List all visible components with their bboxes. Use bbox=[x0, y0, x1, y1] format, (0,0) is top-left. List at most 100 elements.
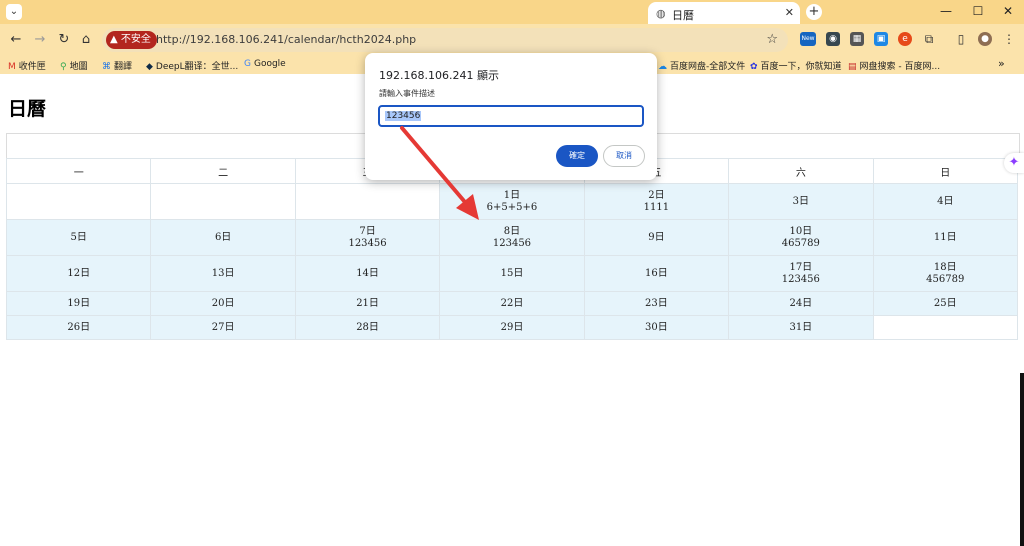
calendar-day-cell[interactable]: 4日 bbox=[872, 183, 1019, 220]
calendar-day-cell[interactable]: 24日 bbox=[728, 291, 874, 316]
calendar-day-cell[interactable]: 16日 bbox=[583, 255, 730, 292]
weekday-header: 六 bbox=[728, 158, 874, 184]
profile-avatar[interactable]: ● bbox=[978, 32, 992, 46]
dialog-message: 請輸入事件描述 bbox=[379, 89, 435, 98]
title-bar: ⌄ ◍ 日曆 ✕ + — ☐ ✕ bbox=[0, 0, 1024, 24]
tab-search-icon[interactable]: ⌄ bbox=[6, 4, 22, 20]
extension-new-badge[interactable]: New bbox=[800, 32, 816, 46]
day-number: 2日 bbox=[648, 189, 665, 201]
ok-button[interactable]: 確定 bbox=[556, 145, 598, 167]
minimize-icon[interactable]: — bbox=[936, 4, 956, 18]
bookmark-item[interactable]: ☁ 百度网盘-全部文件 bbox=[658, 59, 745, 72]
empty-cell bbox=[294, 183, 441, 220]
event-description-input[interactable]: 123456 bbox=[378, 105, 644, 127]
day-number: 10日 bbox=[789, 225, 813, 237]
calendar-week-row: 1日 6+5+5+6 2日 1111 3日 4日 bbox=[5, 183, 1019, 220]
url-text[interactable]: http://192.168.106.241/calendar/hcth2024… bbox=[156, 33, 416, 46]
day-number: 4日 bbox=[937, 195, 954, 207]
bookmark-item[interactable]: ⚲ 地圖 bbox=[60, 59, 88, 72]
calendar-day-cell[interactable]: 28日 bbox=[294, 315, 441, 340]
calendar-week-row: 12日 13日 14日 15日 16日 17日 123456 18日 456789 bbox=[5, 255, 1019, 292]
dialog-title: 192.168.106.241 顯示 bbox=[379, 69, 499, 82]
calendar-day-cell[interactable]: 19日 bbox=[5, 291, 152, 316]
day-event: 456789 bbox=[926, 273, 965, 285]
forward-icon[interactable]: → bbox=[32, 32, 48, 47]
day-number: 25日 bbox=[933, 297, 957, 309]
calendar-day-cell[interactable]: 12日 bbox=[5, 255, 152, 292]
calendar-day-cell[interactable]: 6日 bbox=[150, 219, 296, 256]
calendar-day-cell[interactable]: 7日 123456 bbox=[294, 219, 441, 256]
not-secure-badge[interactable]: ▲ 不安全 bbox=[106, 31, 157, 49]
calendar-day-cell[interactable]: 14日 bbox=[294, 255, 441, 292]
bookmarks-overflow-icon[interactable]: » bbox=[998, 57, 1005, 70]
address-bar[interactable]: ▲ 不安全 http://192.168.106.241/calendar/hc… bbox=[102, 28, 788, 52]
day-number: 9日 bbox=[648, 231, 665, 243]
new-tab-button[interactable]: + bbox=[806, 4, 822, 20]
weekday-header: 日 bbox=[872, 158, 1019, 184]
day-event: 1111 bbox=[643, 201, 670, 213]
calendar-day-cell[interactable]: 23日 bbox=[583, 291, 730, 316]
calendar-day-cell[interactable]: 2日 1111 bbox=[583, 183, 730, 220]
calendar-day-cell[interactable]: 21日 bbox=[294, 291, 441, 316]
day-number: 14日 bbox=[356, 267, 379, 279]
calendar-day-cell[interactable]: 30日 bbox=[583, 315, 730, 340]
google-icon: G bbox=[244, 59, 251, 69]
day-number: 5日 bbox=[70, 231, 87, 243]
day-number: 28日 bbox=[356, 321, 379, 333]
calendar-day-cell[interactable]: 29日 bbox=[439, 315, 585, 340]
calendar-day-cell[interactable]: 31日 bbox=[728, 315, 874, 340]
day-number: 8日 bbox=[503, 225, 521, 237]
calendar-day-cell[interactable]: 13日 bbox=[150, 255, 296, 292]
calendar-day-cell[interactable]: 25日 bbox=[872, 291, 1019, 316]
calendar-day-cell[interactable]: 26日 bbox=[5, 315, 152, 340]
bookmark-item[interactable]: ◆ DeepL翻译：全世... bbox=[146, 59, 238, 72]
tab-calendar[interactable]: ◍ 日曆 ✕ bbox=[648, 2, 800, 24]
calendar-day-cell[interactable]: 5日 bbox=[5, 219, 152, 256]
day-event: 6+5+5+6 bbox=[486, 201, 538, 213]
back-icon[interactable]: ← bbox=[8, 32, 24, 47]
bookmark-item[interactable]: M 收件匣 bbox=[8, 59, 46, 72]
day-number: 13日 bbox=[211, 267, 235, 279]
calendar-day-cell[interactable]: 10日 465789 bbox=[728, 219, 874, 256]
calendar-day-cell[interactable]: 15日 bbox=[439, 255, 585, 292]
empty-cell bbox=[150, 183, 296, 220]
calendar-day-cell[interactable]: 1日 6+5+5+6 bbox=[439, 183, 585, 220]
tab-title: 日曆 bbox=[672, 9, 694, 22]
day-number: 21日 bbox=[356, 297, 379, 309]
bookmark-star-icon[interactable]: ☆ bbox=[766, 32, 778, 47]
bookmark-item[interactable]: G Google bbox=[244, 59, 286, 69]
reload-icon[interactable]: ↻ bbox=[56, 32, 72, 47]
baidu-paw-icon: ✿ bbox=[750, 62, 758, 72]
extensions-puzzle-icon[interactable]: ⧉ bbox=[922, 32, 936, 46]
bookmark-item[interactable]: ▤ 网盘搜索 - 百度网... bbox=[848, 59, 940, 72]
calendar-day-cell[interactable]: 11日 bbox=[872, 219, 1019, 256]
calendar-day-cell[interactable]: 3日 bbox=[728, 183, 874, 220]
bookmark-item[interactable]: ⌘ 翻譯 bbox=[102, 59, 132, 72]
extension-window-icon[interactable]: ▣ bbox=[874, 32, 888, 46]
menu-kebab-icon[interactable]: ⋮ bbox=[1002, 32, 1016, 46]
calendar-day-cell[interactable]: 8日 123456 bbox=[439, 219, 585, 256]
day-event: 123456 bbox=[781, 273, 820, 285]
close-tab-icon[interactable]: ✕ bbox=[785, 6, 794, 19]
baidu-pan-icon: ☁ bbox=[658, 62, 667, 72]
calendar-day-cell[interactable]: 18日 456789 bbox=[872, 255, 1019, 292]
day-number: 26日 bbox=[67, 321, 91, 333]
extension-e-icon[interactable]: e bbox=[898, 32, 912, 46]
calendar-day-cell[interactable]: 17日 123456 bbox=[728, 255, 874, 292]
close-window-icon[interactable]: ✕ bbox=[998, 4, 1018, 18]
extension-grid-icon[interactable]: ▦ bbox=[850, 32, 864, 46]
bookmark-item[interactable]: ✿ 百度一下，你就知道 bbox=[750, 59, 842, 72]
calendar-day-cell[interactable]: 9日 bbox=[583, 219, 730, 256]
side-panel-icon[interactable]: ▯ bbox=[954, 32, 968, 46]
extension-shield-icon[interactable]: ◉ bbox=[826, 32, 840, 46]
maximize-icon[interactable]: ☐ bbox=[968, 4, 988, 18]
calendar-day-cell[interactable]: 27日 bbox=[150, 315, 296, 340]
home-icon[interactable]: ⌂ bbox=[78, 32, 94, 47]
security-label: 不安全 bbox=[120, 34, 151, 45]
day-event: 123456 bbox=[492, 237, 532, 249]
calendar-day-cell[interactable]: 20日 bbox=[150, 291, 296, 316]
sparkle-icon[interactable]: ✦ bbox=[1004, 153, 1024, 173]
calendar-day-cell[interactable]: 22日 bbox=[439, 291, 585, 316]
cancel-button[interactable]: 取消 bbox=[603, 145, 645, 167]
day-number: 11日 bbox=[933, 231, 957, 243]
